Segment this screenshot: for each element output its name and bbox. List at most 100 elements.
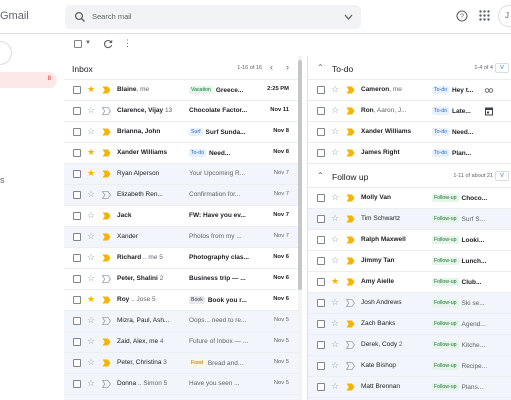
email-row[interactable]: ☆ Ralph Maxwell Follow-up Looki... [308, 230, 511, 251]
row-checkbox[interactable] [73, 107, 81, 115]
row-checkbox[interactable] [73, 317, 81, 325]
star-icon[interactable]: ☆ [331, 234, 339, 244]
email-row[interactable]: ★ Ryan Alperson Your Upcoming R... Nov 7 [64, 164, 299, 185]
todo-view-button[interactable]: V [495, 63, 509, 73]
star-icon[interactable]: ☆ [87, 336, 95, 346]
importance-marker-icon[interactable] [346, 341, 355, 349]
star-icon[interactable]: ☆ [87, 273, 95, 283]
importance-marker-icon[interactable] [102, 128, 111, 136]
email-label-chip[interactable]: Book [189, 296, 205, 304]
importance-marker-icon[interactable] [102, 275, 111, 283]
gmail-logo[interactable]: Gmail [0, 10, 29, 22]
importance-marker-icon[interactable] [346, 257, 355, 265]
star-icon[interactable]: ☆ [331, 147, 339, 157]
importance-marker-icon[interactable] [346, 149, 355, 157]
email-row[interactable]: ☆ Jack FW: Have you ev... Nov 7 [64, 206, 299, 227]
email-row[interactable]: ☆ Molly Van Follow-up Choco... [308, 188, 511, 209]
star-icon[interactable]: ☆ [87, 189, 95, 199]
importance-marker-icon[interactable] [102, 296, 111, 304]
star-icon[interactable]: ★ [87, 168, 95, 178]
email-row[interactable]: ★ Amy Aielle Follow-up Club... [308, 272, 511, 293]
row-checkbox[interactable] [73, 359, 81, 367]
importance-marker-icon[interactable] [346, 128, 355, 136]
more-options-icon[interactable]: ⋮ [123, 38, 132, 48]
star-icon[interactable]: ☆ [87, 231, 95, 241]
email-row[interactable]: ☆ Peter, Christina 3 Food Bread and... Nov 5 [64, 353, 299, 374]
email-row[interactable]: ☆ Elizabeth Ren... Confirmation for... Nov … [64, 185, 299, 206]
help-icon[interactable]: ? [456, 10, 468, 22]
importance-marker-icon[interactable] [102, 317, 111, 325]
star-icon[interactable]: ☆ [331, 84, 339, 94]
importance-marker-icon[interactable] [102, 359, 111, 367]
email-row[interactable]: ★ Blaine, me Vacation Greece... 2:25 PM [64, 80, 299, 101]
email-label-chip[interactable]: Follow-up [432, 278, 459, 286]
email-row[interactable]: ☆ Brianna, John Surf Surf Sunda... Nov 8 [64, 122, 299, 143]
importance-marker-icon[interactable] [102, 107, 111, 115]
email-label-chip[interactable]: Follow-up [432, 362, 459, 370]
inbox-scrollbar[interactable] [298, 56, 302, 400]
importance-marker-icon[interactable] [102, 149, 111, 157]
row-checkbox[interactable] [73, 212, 81, 220]
star-icon[interactable]: ☆ [87, 378, 95, 388]
importance-marker-icon[interactable] [102, 233, 111, 241]
email-row[interactable]: ☆ Peter, Shalini 2 Business trip — ... Nov … [64, 269, 299, 290]
email-label-chip[interactable]: To-do [432, 107, 449, 115]
email-row[interactable]: ☆ James Right To-do Plan... [308, 143, 511, 164]
importance-marker-icon[interactable] [102, 191, 111, 199]
star-icon[interactable]: ☆ [331, 126, 339, 136]
importance-marker-icon[interactable] [346, 107, 355, 115]
importance-marker-icon[interactable] [346, 236, 355, 244]
search-icon[interactable] [74, 11, 86, 23]
apps-grid-icon[interactable] [479, 10, 490, 21]
search-options-icon[interactable] [344, 13, 353, 21]
row-checkbox[interactable] [73, 296, 81, 304]
scrollbar-thumb[interactable] [298, 60, 302, 290]
email-row[interactable]: ☆ Matt Brennan Follow-up Plans... [308, 377, 511, 398]
star-icon[interactable]: ☆ [331, 213, 339, 223]
row-checkbox[interactable] [73, 338, 81, 346]
email-label-chip[interactable]: Follow-up [432, 383, 459, 391]
prev-page-icon[interactable]: ‹ [270, 62, 273, 72]
row-checkbox[interactable] [73, 233, 81, 241]
email-row[interactable]: ★ Roy .. Jose 5 Book Book you r... Nov 6 [64, 290, 299, 311]
star-icon[interactable]: ☆ [331, 318, 339, 328]
row-checkbox[interactable] [317, 362, 325, 370]
followup-section-header[interactable]: ⌃ Follow up 1-11 of about 21 V [308, 164, 511, 188]
star-icon[interactable]: ★ [87, 84, 95, 94]
row-checkbox[interactable] [73, 86, 81, 94]
row-checkbox[interactable] [317, 128, 325, 136]
select-menu-chevron-icon[interactable]: ▼ [85, 40, 91, 46]
importance-marker-icon[interactable] [346, 320, 355, 328]
email-row[interactable]: ☆ Josh Andrews Follow-up Ski se... [308, 293, 511, 314]
importance-marker-icon[interactable] [346, 194, 355, 202]
star-icon[interactable]: ☆ [87, 357, 95, 367]
email-label-chip[interactable]: Follow-up [432, 341, 459, 349]
row-checkbox[interactable] [317, 383, 325, 391]
email-row[interactable]: ☆ Kate Bishop Follow-up Recipe... [308, 356, 511, 377]
email-label-chip[interactable]: Food [189, 359, 205, 367]
importance-marker-icon[interactable] [102, 170, 111, 178]
star-icon[interactable]: ☆ [331, 192, 339, 202]
row-checkbox[interactable] [73, 275, 81, 283]
email-label-chip[interactable]: Follow-up [432, 236, 459, 244]
star-icon[interactable]: ☆ [331, 339, 339, 349]
email-label-chip[interactable]: Follow-up [432, 215, 459, 223]
star-icon[interactable]: ★ [87, 294, 95, 304]
select-all-checkbox[interactable] [74, 40, 82, 48]
importance-marker-icon[interactable] [102, 254, 111, 262]
row-checkbox[interactable] [317, 215, 325, 223]
email-label-chip[interactable]: Follow-up [432, 320, 459, 328]
row-checkbox[interactable] [317, 257, 325, 265]
row-checkbox[interactable] [317, 86, 325, 94]
row-checkbox[interactable] [317, 299, 325, 307]
email-label-chip[interactable]: To-do [189, 149, 206, 157]
email-label-chip[interactable]: To-do [432, 149, 449, 157]
email-row[interactable]: ☆Donna TempleClass act — Tom...Nov 4 [64, 395, 299, 400]
email-label-chip[interactable]: Follow-up [432, 299, 459, 307]
row-checkbox[interactable] [73, 380, 81, 388]
email-row[interactable]: ☆ Zaid, Alex, me 4 Future of Inbox — ... No… [64, 332, 299, 353]
row-checkbox[interactable] [317, 194, 325, 202]
row-checkbox[interactable] [317, 107, 325, 115]
email-label-chip[interactable]: Surf [189, 128, 203, 136]
refresh-icon[interactable] [103, 39, 113, 49]
